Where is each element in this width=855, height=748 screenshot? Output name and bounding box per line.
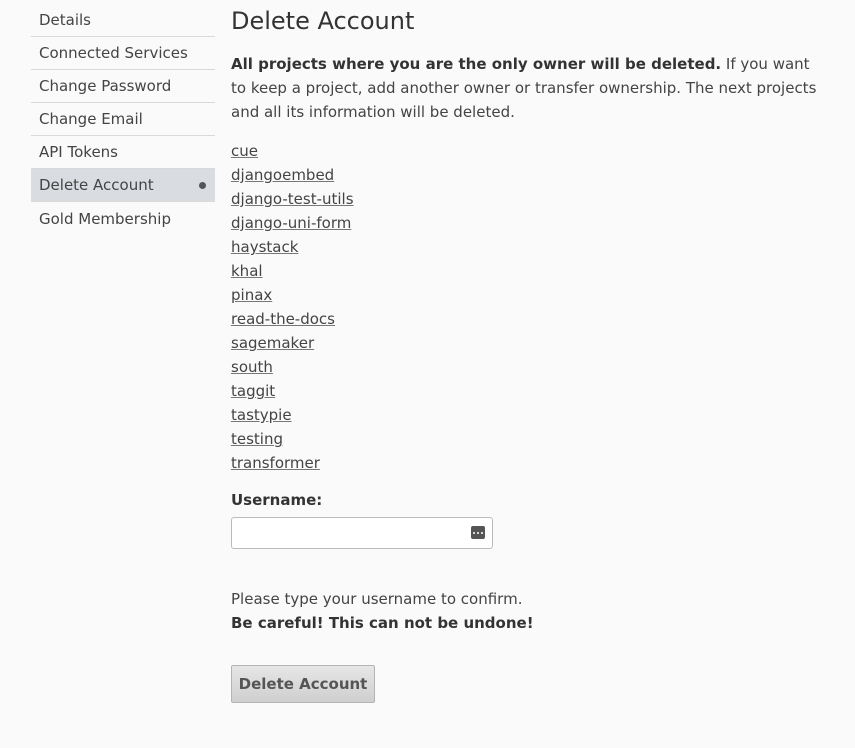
list-item: cue bbox=[231, 139, 821, 163]
list-item: south bbox=[231, 355, 821, 379]
sidebar-item-change-password[interactable]: Change Password bbox=[31, 70, 215, 103]
project-link[interactable]: read-the-docs bbox=[231, 310, 335, 328]
list-item: django-test-utils bbox=[231, 187, 821, 211]
list-item: djangoembed bbox=[231, 163, 821, 187]
project-link[interactable]: testing bbox=[231, 430, 283, 448]
project-link[interactable]: django-test-utils bbox=[231, 190, 354, 208]
sidebar-item-connected-services[interactable]: Connected Services bbox=[31, 37, 215, 70]
project-link[interactable]: django-uni-form bbox=[231, 214, 351, 232]
sidebar-item-label: Change Password bbox=[39, 77, 172, 95]
list-item: transformer bbox=[231, 451, 821, 475]
project-link[interactable]: sagemaker bbox=[231, 334, 314, 352]
project-list: cue djangoembed django-test-utils django… bbox=[231, 139, 821, 475]
project-link[interactable]: transformer bbox=[231, 454, 320, 472]
delete-account-panel: Delete Account All projects where you ar… bbox=[231, 6, 821, 703]
sidebar-item-gold-membership[interactable]: Gold Membership bbox=[31, 202, 215, 235]
list-item: read-the-docs bbox=[231, 307, 821, 331]
sidebar-item-label: Gold Membership bbox=[39, 209, 171, 228]
project-link[interactable]: south bbox=[231, 358, 273, 376]
sidebar-item-label: API Tokens bbox=[39, 143, 118, 161]
project-link[interactable]: tastypie bbox=[231, 406, 292, 424]
intro-text: All projects where you are the only owne… bbox=[231, 52, 821, 124]
project-link[interactable]: pinax bbox=[231, 286, 272, 304]
list-item: tastypie bbox=[231, 403, 821, 427]
confirm-help: Please type your username to confirm. Be… bbox=[231, 587, 821, 635]
sidebar-item-details[interactable]: Details bbox=[31, 4, 215, 37]
sidebar-item-api-tokens[interactable]: API Tokens bbox=[31, 136, 215, 169]
sidebar-item-label: Delete Account bbox=[39, 176, 154, 194]
sidebar-item-label: Connected Services bbox=[39, 44, 188, 62]
sidebar-item-change-email[interactable]: Change Email bbox=[31, 103, 215, 136]
list-item: taggit bbox=[231, 379, 821, 403]
sidebar-item-label: Change Email bbox=[39, 110, 143, 128]
sidebar-item-label: Details bbox=[39, 11, 92, 29]
list-item: django-uni-form bbox=[231, 211, 821, 235]
username-field-wrapper bbox=[231, 517, 493, 549]
list-item: sagemaker bbox=[231, 331, 821, 355]
delete-account-button[interactable]: Delete Account bbox=[231, 665, 375, 703]
list-item: khal bbox=[231, 259, 821, 283]
project-link[interactable]: taggit bbox=[231, 382, 275, 400]
list-item: pinax bbox=[231, 283, 821, 307]
page-title: Delete Account bbox=[231, 7, 415, 35]
intro-warning-bold: All projects where you are the only owne… bbox=[231, 55, 722, 73]
undo-warning: Be careful! This can not be undone! bbox=[231, 614, 534, 632]
project-link[interactable]: djangoembed bbox=[231, 166, 334, 184]
active-indicator-dot bbox=[199, 181, 206, 189]
sidebar-item-delete-account[interactable]: Delete Account bbox=[31, 169, 215, 202]
username-label: Username: bbox=[231, 491, 323, 509]
username-input[interactable] bbox=[231, 517, 493, 549]
project-link[interactable]: haystack bbox=[231, 238, 298, 256]
list-item: haystack bbox=[231, 235, 821, 259]
password-manager-icon[interactable] bbox=[471, 526, 485, 539]
project-link[interactable]: cue bbox=[231, 142, 258, 160]
settings-sidebar: Details Connected Services Change Passwo… bbox=[31, 4, 215, 235]
list-item: testing bbox=[231, 427, 821, 451]
confirm-instruction: Please type your username to confirm. bbox=[231, 590, 523, 608]
project-link[interactable]: khal bbox=[231, 262, 263, 280]
